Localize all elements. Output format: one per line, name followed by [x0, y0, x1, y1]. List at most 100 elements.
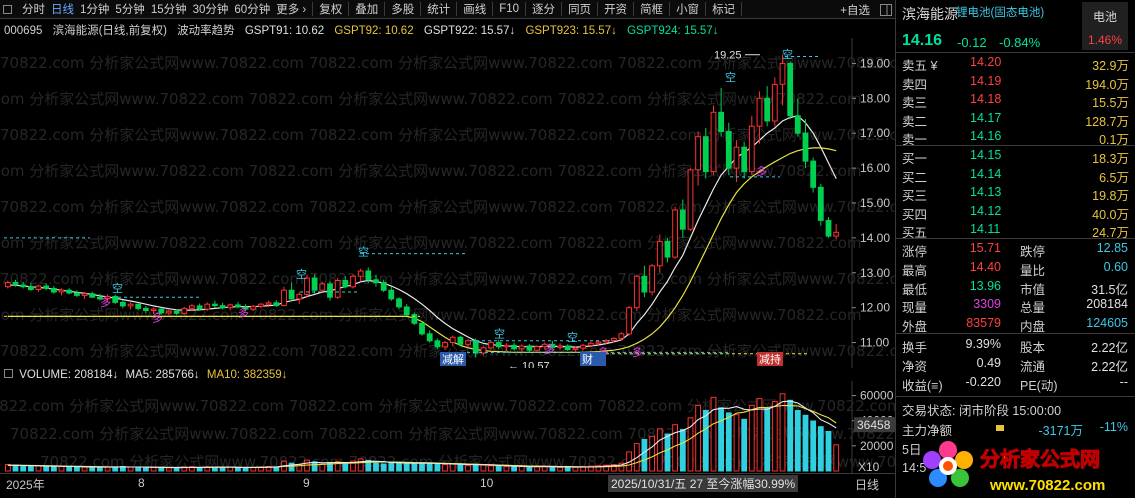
toolbar-item[interactable]: 60分钟	[231, 0, 273, 19]
price-chart[interactable]: 70822.com 分析家公式网www.70822.com 70822.com …	[0, 38, 895, 368]
candle[interactable]	[173, 310, 180, 314]
candle[interactable]	[396, 298, 402, 308]
candle[interactable]	[434, 340, 441, 348]
candle[interactable]	[380, 282, 387, 291]
candle[interactable]	[633, 275, 640, 309]
candle[interactable]	[281, 289, 287, 307]
candle[interactable]	[135, 303, 142, 309]
candle[interactable]	[204, 303, 211, 310]
bids-row[interactable]: 买二 14.14 6.5万	[896, 167, 1135, 185]
candle[interactable]	[334, 280, 341, 298]
toolbar-item[interactable]: 5分钟	[112, 0, 147, 19]
candle[interactable]	[120, 301, 126, 307]
candle[interactable]	[733, 146, 740, 169]
candle[interactable]	[219, 305, 226, 309]
candle[interactable]	[511, 344, 518, 350]
candle[interactable]	[457, 336, 464, 345]
candle[interactable]	[127, 303, 134, 307]
candle[interactable]	[81, 293, 88, 296]
toolbar-item[interactable]: 15分钟	[148, 0, 190, 19]
candle[interactable]	[725, 131, 732, 169]
candle[interactable]	[833, 231, 840, 237]
bids-row[interactable]: 买一 14.15 18.3万	[896, 148, 1135, 166]
collapse-icon[interactable]	[877, 0, 895, 19]
toolbar-item[interactable]: 简框	[637, 0, 666, 19]
bids-row[interactable]: 买四 14.12 40.0万	[896, 204, 1135, 222]
candle[interactable]	[419, 322, 425, 335]
candle[interactable]	[756, 97, 763, 127]
candle[interactable]	[342, 280, 349, 288]
candle[interactable]	[66, 289, 73, 294]
candle[interactable]	[227, 304, 234, 309]
candle[interactable]	[664, 240, 671, 258]
toolbar-item[interactable]: 逐分	[529, 0, 558, 19]
candle[interactable]	[58, 289, 65, 293]
toolbar-item[interactable]: 画线	[460, 0, 489, 19]
candle[interactable]	[150, 308, 157, 312]
candle[interactable]	[748, 125, 755, 173]
candle[interactable]	[825, 219, 832, 237]
candle[interactable]	[311, 277, 318, 291]
candle[interactable]	[626, 307, 633, 335]
candle[interactable]	[472, 340, 479, 354]
candle[interactable]	[534, 346, 541, 351]
candle[interactable]	[580, 344, 587, 349]
candle[interactable]	[288, 289, 295, 300]
toolbar-item[interactable]: 更多 ›	[273, 0, 309, 19]
toolbar-item[interactable]: 同页	[565, 0, 594, 19]
candle[interactable]	[649, 265, 656, 293]
candle[interactable]	[595, 341, 602, 344]
bids-row[interactable]: 买三 14.13 19.8万	[896, 185, 1135, 203]
asks-row[interactable]: 卖四 14.19 194.0万	[896, 74, 1135, 92]
candle[interactable]	[771, 83, 778, 122]
candle[interactable]	[503, 344, 510, 348]
candle[interactable]	[365, 270, 372, 281]
toolbar-item[interactable]: 开资	[601, 0, 630, 19]
candle[interactable]	[166, 310, 172, 314]
candle[interactable]	[426, 333, 433, 342]
candle[interactable]	[618, 333, 625, 339]
toolbar-item[interactable]: 小窗	[673, 0, 702, 19]
asks-row[interactable]: 卖二 14.17 128.7万	[896, 111, 1135, 129]
candle[interactable]	[89, 293, 96, 298]
toolbar-item[interactable]: 日线	[48, 0, 77, 19]
asks-row[interactable]: 卖五 ¥ 14.20 32.9万	[896, 55, 1135, 73]
toolbar-item[interactable]: 复权	[316, 0, 345, 19]
asks-row[interactable]: 卖三 14.18 15.5万	[896, 92, 1135, 110]
candle[interactable]	[373, 279, 379, 284]
candle[interactable]	[143, 307, 149, 311]
indicator-name[interactable]: 波动率趋势	[177, 25, 235, 37]
candle[interactable]	[43, 285, 50, 289]
candle[interactable]	[610, 337, 617, 341]
candle[interactable]	[357, 270, 364, 277]
candle[interactable]	[35, 285, 42, 290]
candle[interactable]	[449, 336, 456, 343]
candle[interactable]	[495, 342, 502, 348]
candle[interactable]	[319, 283, 326, 291]
candle[interactable]	[810, 160, 817, 188]
candle[interactable]	[702, 136, 709, 173]
asks-row[interactable]: 卖一 14.16 0.1万	[896, 129, 1135, 147]
candle[interactable]	[641, 275, 648, 293]
candle[interactable]	[526, 345, 533, 351]
candle[interactable]	[587, 342, 594, 346]
candle[interactable]	[787, 62, 794, 117]
candle[interactable]	[327, 283, 333, 298]
candle[interactable]	[564, 345, 571, 350]
candle[interactable]	[258, 303, 264, 307]
candle[interactable]	[189, 305, 195, 309]
candle[interactable]	[265, 302, 272, 305]
candle[interactable]	[196, 305, 203, 310]
candle[interactable]	[679, 209, 686, 230]
candle[interactable]	[12, 282, 19, 286]
candle[interactable]	[710, 111, 717, 173]
toolbar-item[interactable]: 标记	[709, 0, 738, 19]
toolbar-item[interactable]: F10	[496, 0, 522, 19]
toolbar-item[interactable]: 30分钟	[190, 0, 232, 19]
candle[interactable]	[741, 146, 748, 173]
candle[interactable]	[695, 136, 702, 171]
toolbar-item[interactable]: 多股	[388, 0, 417, 19]
candle[interactable]	[465, 340, 471, 345]
candle[interactable]	[388, 289, 395, 300]
candle[interactable]	[51, 288, 57, 293]
